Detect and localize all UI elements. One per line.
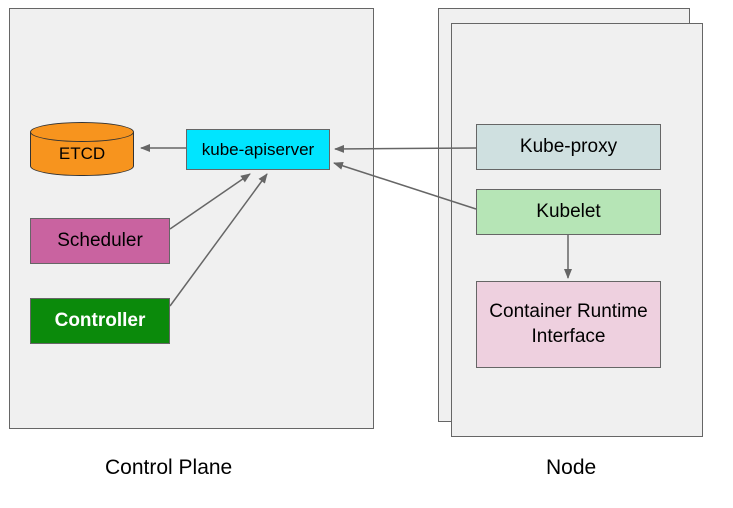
scheduler-box: Scheduler xyxy=(30,218,170,264)
cri-box: Container Runtime Interface xyxy=(476,281,661,368)
scheduler-label: Scheduler xyxy=(57,230,143,252)
kube-proxy-box: Kube-proxy xyxy=(476,124,661,170)
etcd-cylinder: ETCD xyxy=(30,122,134,176)
control-plane-label: Control Plane xyxy=(105,456,232,480)
etcd-label: ETCD xyxy=(30,144,134,164)
cri-label: Container Runtime Interface xyxy=(477,300,660,349)
kubelet-box: Kubelet xyxy=(476,189,661,235)
kubelet-label: Kubelet xyxy=(536,201,600,223)
kube-apiserver-label: kube-apiserver xyxy=(202,140,314,160)
controller-label: Controller xyxy=(55,310,146,332)
node-label: Node xyxy=(546,456,596,480)
database-icon xyxy=(30,122,134,142)
controller-box: Controller xyxy=(30,298,170,344)
kube-proxy-label: Kube-proxy xyxy=(520,136,617,158)
kube-apiserver-box: kube-apiserver xyxy=(186,129,330,170)
